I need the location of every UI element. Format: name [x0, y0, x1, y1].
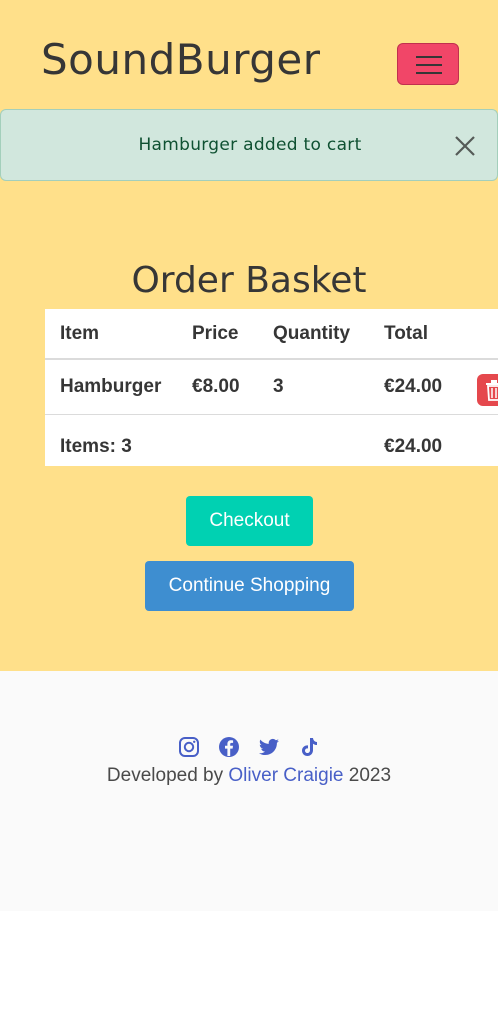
table-summary-row: Items: 3 €24.00	[45, 415, 498, 466]
table-row: Hamburger €8.00 3 €24.00	[45, 360, 498, 415]
items-count: Items: 3	[60, 436, 132, 457]
item-price: €8.00	[192, 376, 240, 397]
item-quantity: 3	[273, 376, 284, 397]
remove-item-button[interactable]	[477, 374, 498, 406]
credit-year: 2023	[348, 765, 392, 786]
table-header-row: Item Price Quantity Total	[45, 309, 498, 360]
success-alert: Hamburger added to cart	[0, 109, 498, 181]
item-total: €24.00	[384, 376, 443, 397]
main-section: SoundBurger Hamburger added to cart Orde…	[0, 0, 498, 671]
checkout-button[interactable]: Checkout	[186, 496, 313, 546]
menu-toggle-button[interactable]	[397, 43, 459, 85]
basket-table: Item Price Quantity Total Hamburger €8.0…	[45, 309, 498, 466]
column-header-total: Total	[384, 323, 428, 344]
trash-icon	[486, 380, 498, 401]
credit-prefix: Developed by	[106, 765, 224, 786]
developer-link[interactable]: Oliver Craigie	[228, 765, 343, 786]
page-title: Order Basket	[131, 260, 367, 301]
footer: Developed by Oliver Craigie 2023	[0, 671, 498, 911]
column-header-price: Price	[192, 323, 239, 344]
developer-credit: Developed by Oliver Craigie 2023	[0, 764, 498, 788]
column-header-quantity: Quantity	[273, 323, 351, 344]
item-name: Hamburger	[60, 376, 162, 397]
alert-message: Hamburger added to cart	[138, 135, 362, 155]
grand-total: €24.00	[384, 436, 443, 457]
facebook-icon[interactable]	[217, 735, 241, 759]
column-header-item: Item	[60, 323, 100, 344]
twitter-icon[interactable]	[257, 735, 281, 759]
hamburger-menu-icon	[416, 56, 442, 58]
continue-shopping-button[interactable]: Continue Shopping	[145, 561, 354, 611]
social-links	[0, 735, 498, 759]
instagram-icon[interactable]	[177, 735, 201, 759]
brand-logo[interactable]: SoundBurger	[41, 34, 320, 86]
tiktok-icon[interactable]	[297, 735, 321, 759]
close-icon[interactable]	[452, 133, 478, 159]
